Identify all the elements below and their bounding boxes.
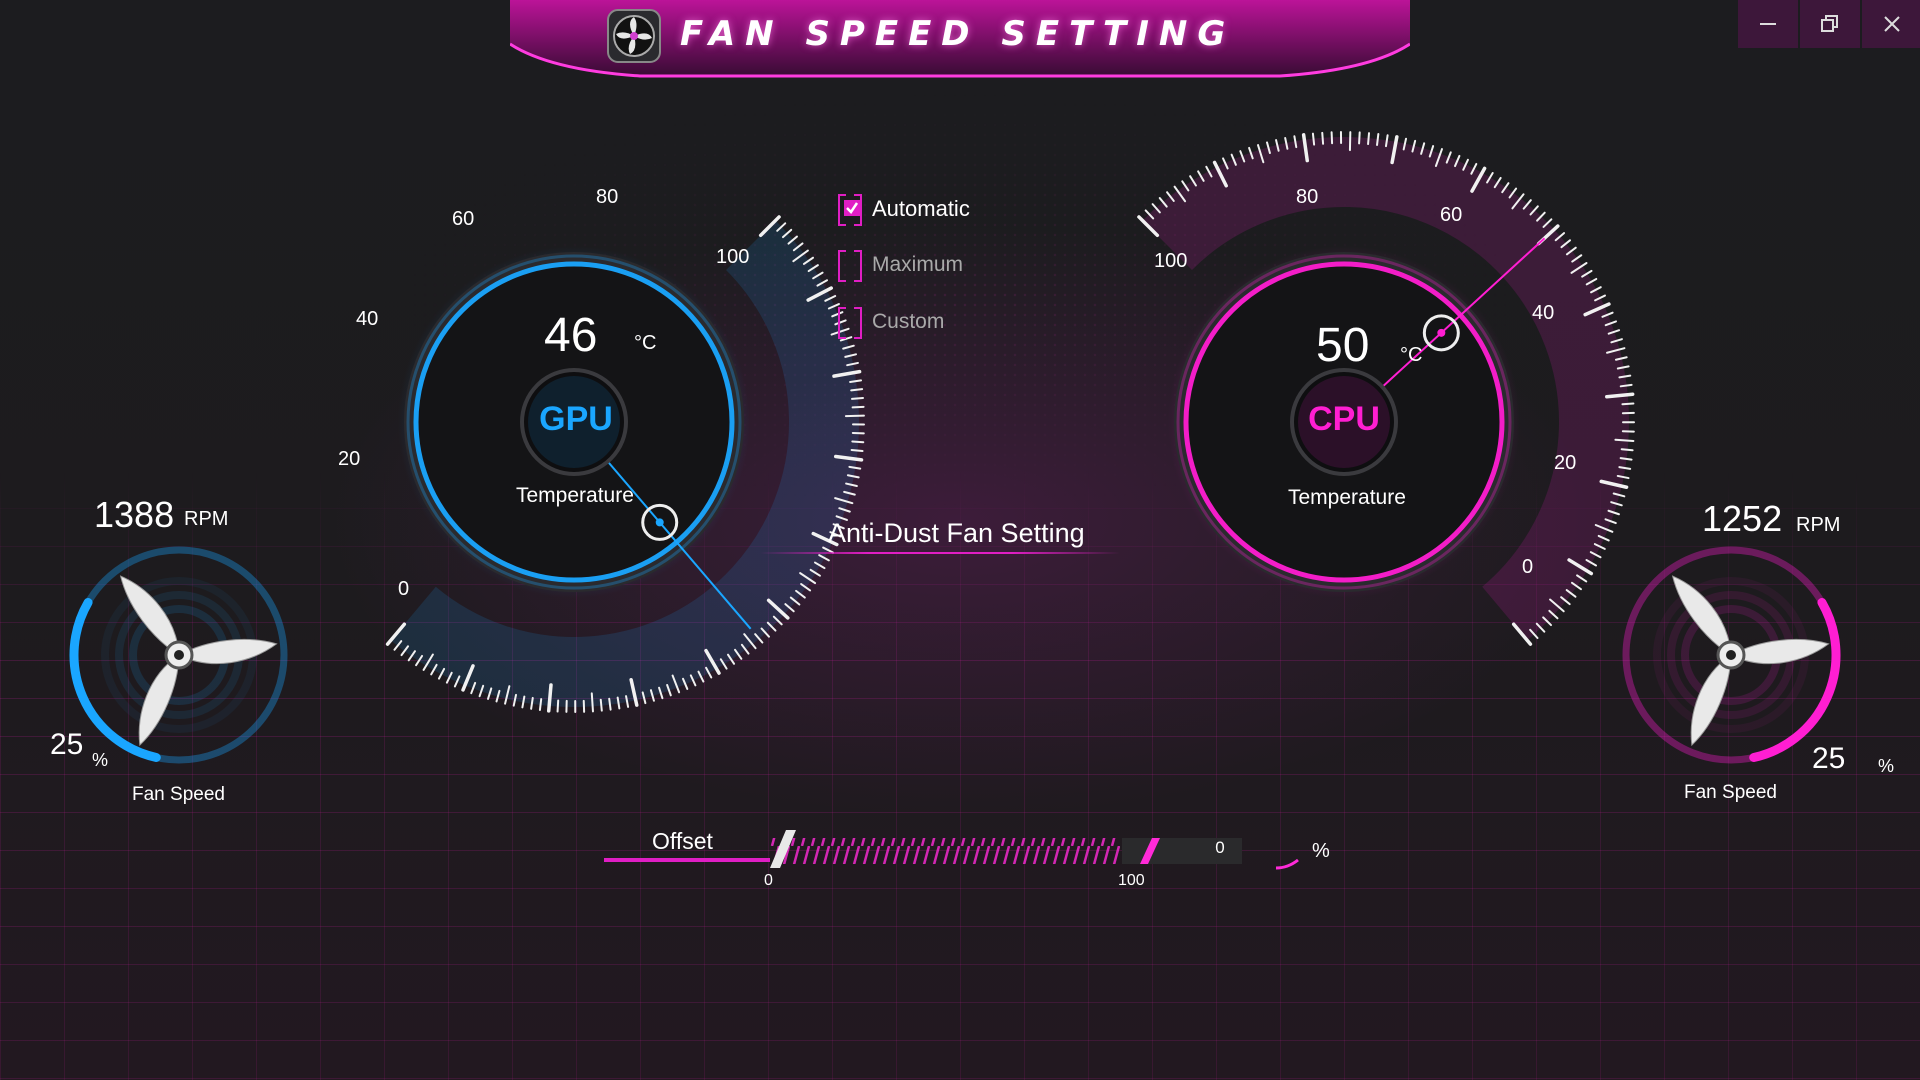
offset-value[interactable]: 0 [1208,838,1232,858]
mode-option-automatic[interactable]: Automatic [838,194,970,226]
custom-label: Custom [872,310,945,333]
cpu-fan-percent-value: 25 [1812,742,1846,775]
maximum-checkbox[interactable] [838,250,862,282]
maximum-label: Maximum [872,253,964,276]
gpu-fan-hub-center [174,650,184,660]
anti-dust-underline [760,552,1120,554]
gpu-fan-rpm-value: 1388 [94,494,175,535]
offset-max-label: 100 [1118,872,1145,889]
cpu-fan-percent-unit: % [1878,756,1895,776]
offset-min-label: 0 [764,872,773,889]
cpu-fan-caption: Fan Speed [1684,782,1777,803]
gpu-fan-caption: Fan Speed [132,784,225,805]
automatic-checkbox[interactable] [838,194,862,226]
gpu-fan-percent-unit: % [92,750,109,770]
gpu-fan-rpm-unit: RPM [184,508,229,530]
gpu-fan-percent-value: 25 [50,728,84,761]
cpu-fan-rpm-value: 1252 [1702,498,1783,539]
cpu-fan-hub-center [1726,650,1736,660]
custom-checkbox[interactable] [838,307,862,339]
mode-option-maximum[interactable]: Maximum [838,250,964,282]
offset-unit: % [1312,840,1330,862]
automatic-label: Automatic [872,196,970,221]
checkbox-checked-icon [844,200,860,216]
cpu-fan-rpm-unit: RPM [1796,514,1841,536]
anti-dust-fan-setting-link[interactable]: Anti-Dust Fan Setting [828,518,1085,549]
mode-option-custom[interactable]: Custom [838,307,945,339]
